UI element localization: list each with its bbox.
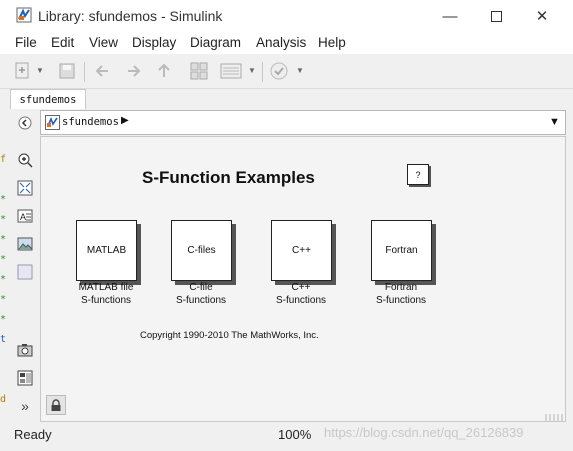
caption-line: S-functions <box>275 294 327 306</box>
back-icon[interactable] <box>92 60 114 82</box>
maximize-icon[interactable] <box>473 0 519 32</box>
zoom-level: 100% <box>278 427 312 442</box>
address-bar: sfundemos ▶ ▼ <box>40 110 566 135</box>
left-edge-glyph: * <box>0 294 7 305</box>
diagram-canvas[interactable]: S-Function Examples ? MATLAB MATLAB file… <box>40 136 566 422</box>
save-icon[interactable] <box>56 60 78 82</box>
area-icon[interactable] <box>16 263 34 281</box>
tab-sfundemos[interactable]: sfundemos <box>10 89 86 109</box>
svg-text:A: A <box>20 212 26 222</box>
block-fortran[interactable]: Fortran <box>371 220 432 281</box>
minimize-icon[interactable]: — <box>427 0 473 32</box>
status-text: Ready <box>14 427 52 442</box>
check-icon[interactable] <box>268 60 290 82</box>
block-caption: C-file S-functions <box>151 282 251 307</box>
block-matlab[interactable]: MATLAB <box>76 220 137 281</box>
menu-bar: File Edit View Display Diagram Analysis … <box>0 32 573 54</box>
new-dropdown-icon[interactable]: ▼ <box>36 66 44 75</box>
caption-line: C++ <box>291 282 311 293</box>
lock-icon[interactable] <box>46 395 66 415</box>
menu-diagram[interactable]: Diagram <box>190 35 241 50</box>
caption-line: S-functions <box>80 294 132 306</box>
block-caption: Fortran S-functions <box>351 282 451 307</box>
toolbar: ▼ ▼ ▼ <box>0 54 573 89</box>
block-caption: C++ S-functions <box>251 282 351 307</box>
block-caption: MATLAB file S-functions <box>56 282 156 307</box>
menu-help[interactable]: Help <box>318 35 346 50</box>
left-edge-glyph: * <box>0 254 7 265</box>
library-browser-icon[interactable] <box>188 60 210 82</box>
camera-icon[interactable] <box>16 341 34 359</box>
menu-view[interactable]: View <box>89 35 118 50</box>
block-cpp[interactable]: C++ <box>271 220 332 281</box>
breadcrumb-arrow-icon[interactable]: ▶ <box>121 115 129 126</box>
simulink-app-icon <box>16 7 32 23</box>
config-dropdown-icon[interactable]: ▼ <box>248 66 256 75</box>
canvas-title: S-Function Examples <box>142 168 315 187</box>
address-dropdown-icon[interactable]: ▼ <box>549 116 560 128</box>
forward-icon[interactable] <box>122 60 144 82</box>
annotation-icon[interactable]: A <box>16 207 34 225</box>
menu-edit[interactable]: Edit <box>51 35 74 50</box>
left-edge-glyph: d <box>0 394 7 405</box>
window-title: Library: sfundemos - Simulink <box>38 8 223 24</box>
left-edge-glyph: * <box>0 234 7 245</box>
menu-display[interactable]: Display <box>132 35 176 50</box>
block-c-files[interactable]: C-files <box>171 220 232 281</box>
check-dropdown-icon[interactable]: ▼ <box>296 66 304 75</box>
toolbar-separator <box>262 62 263 82</box>
caption-line: S-functions <box>175 294 227 306</box>
caption-line: Fortran <box>384 282 418 293</box>
menu-analysis[interactable]: Analysis <box>256 35 306 50</box>
new-model-icon[interactable] <box>12 60 34 82</box>
expand-icon[interactable]: » <box>16 397 34 415</box>
status-bar: Ready 100% https://blog.csdn.net/qq_2612… <box>0 414 573 451</box>
left-edge-glyph: * <box>0 314 7 325</box>
breadcrumb[interactable]: sfundemos <box>62 116 119 128</box>
title-bar: Library: sfundemos - Simulink — ✕ <box>0 0 573 32</box>
copyright-text: Copyright 1990-2010 The MathWorks, Inc. <box>140 330 319 341</box>
watermark: https://blog.csdn.net/qq_26126839 <box>324 425 524 440</box>
model-config-icon[interactable] <box>220 60 242 82</box>
left-edge-glyph: * <box>0 214 7 225</box>
help-button[interactable]: ? <box>407 164 429 185</box>
up-icon[interactable] <box>153 60 175 82</box>
caption-line: S-functions <box>375 294 427 306</box>
fit-to-view-icon[interactable] <box>16 179 34 197</box>
toolbar-separator <box>84 62 85 82</box>
model-browser-icon[interactable] <box>16 369 34 387</box>
menu-file[interactable]: File <box>15 35 37 50</box>
resize-grip-icon[interactable] <box>544 410 566 422</box>
image-icon[interactable] <box>16 235 34 253</box>
close-icon[interactable]: ✕ <box>519 0 565 32</box>
caption-line: MATLAB file <box>78 282 134 293</box>
hide-browser-icon[interactable] <box>16 114 34 132</box>
caption-line: C-file <box>189 282 213 293</box>
left-edge-glyph: f <box>0 154 7 165</box>
left-edge-glyph: * <box>0 194 7 205</box>
zoom-in-icon[interactable] <box>16 151 34 169</box>
model-icon <box>45 115 60 130</box>
left-edge-glyph: * <box>0 274 7 285</box>
left-edge-glyph: t <box>0 334 7 345</box>
